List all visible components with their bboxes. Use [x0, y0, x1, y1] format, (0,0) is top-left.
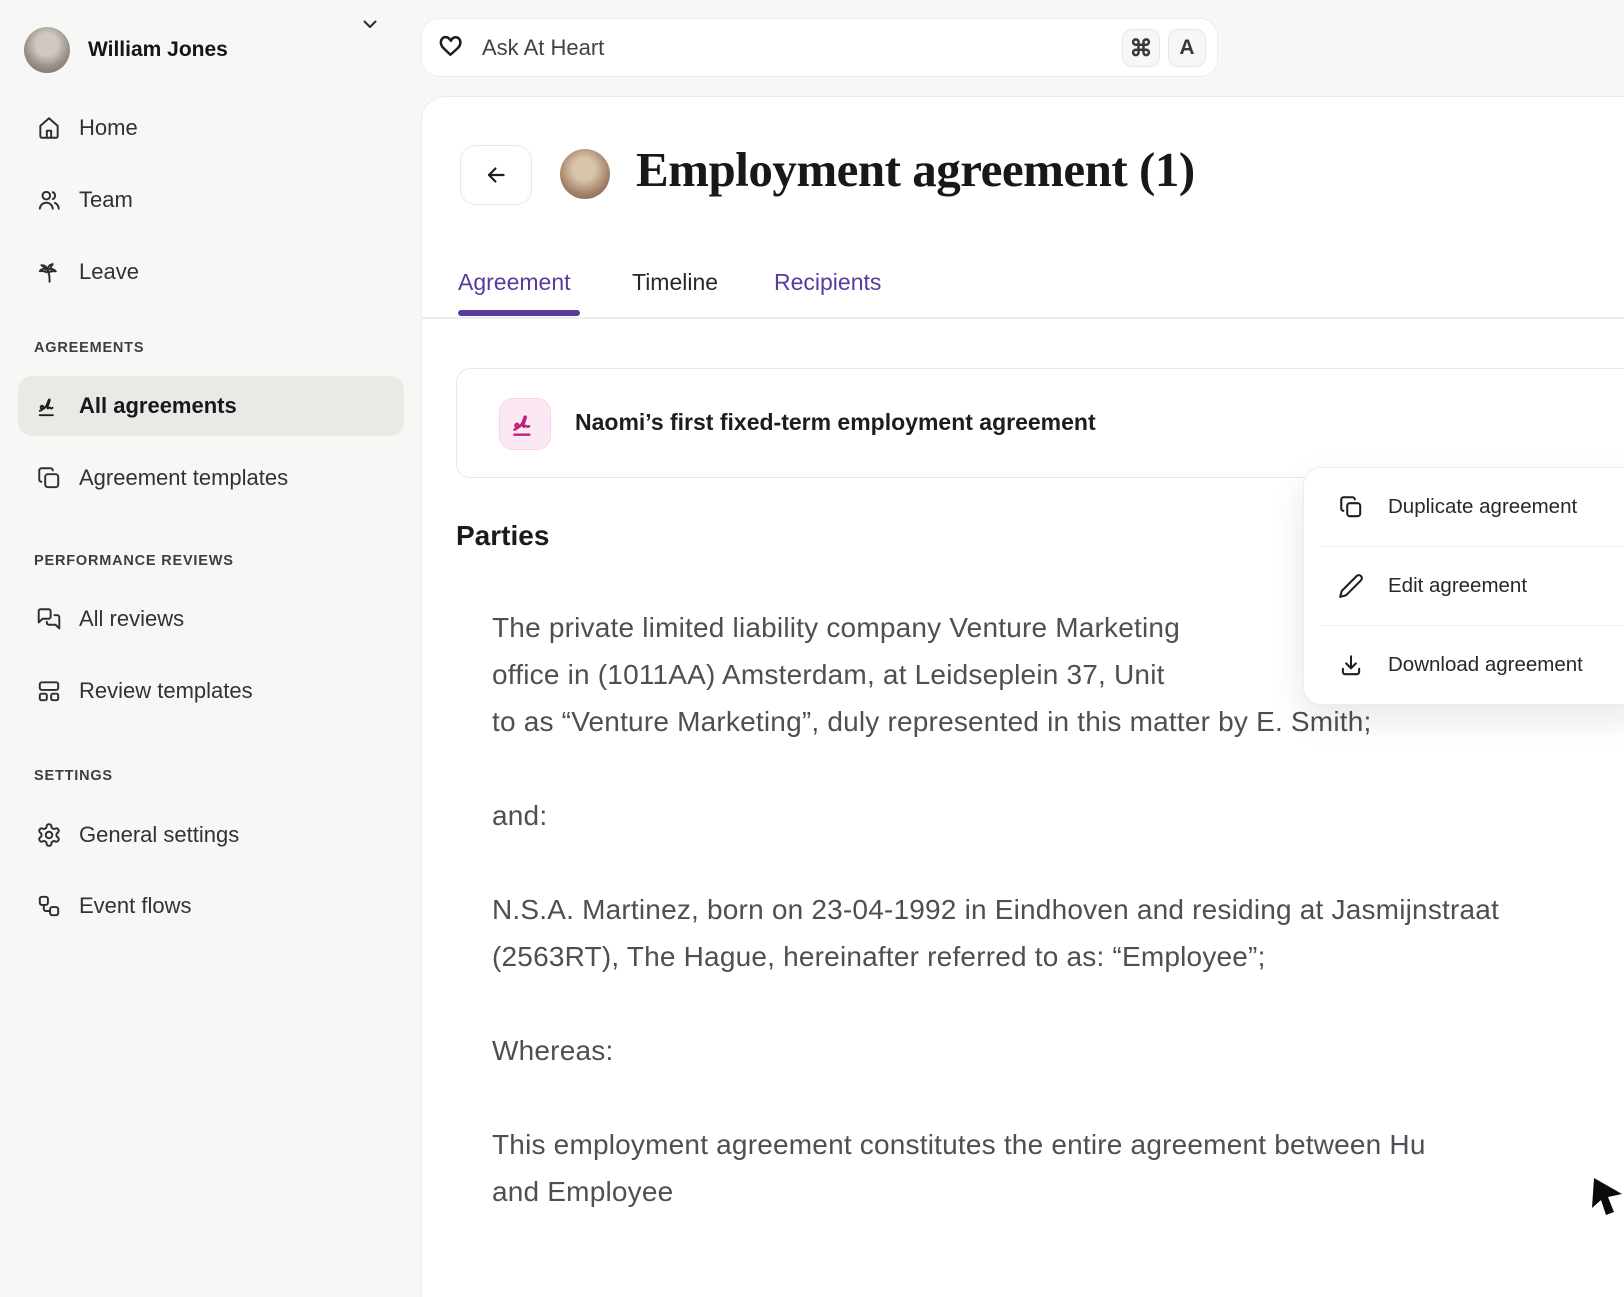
document-line: and Employee — [492, 1168, 673, 1215]
back-button[interactable] — [460, 145, 532, 205]
sidebar-item-team[interactable]: Team — [0, 176, 404, 224]
context-menu: Duplicate agreement Edit agreement Downl… — [1303, 467, 1624, 705]
palm-tree-icon — [36, 259, 62, 285]
section-label-agreements: AGREEMENTS — [34, 340, 144, 356]
profile-menu[interactable]: William Jones — [24, 27, 384, 73]
signature-pink-icon — [499, 398, 551, 450]
gear-icon — [36, 822, 62, 848]
menu-item-edit-agreement[interactable]: Edit agreement — [1304, 547, 1624, 625]
pencil-icon — [1338, 573, 1364, 599]
sidebar-item-review-templates[interactable]: Review templates — [0, 667, 404, 715]
workflow-icon — [36, 893, 62, 919]
tab-timeline[interactable]: Timeline — [632, 269, 718, 296]
team-icon — [36, 187, 62, 213]
profile-name: William Jones — [88, 38, 228, 62]
sidebar-item-label: General settings — [79, 822, 239, 848]
employee-avatar — [560, 149, 610, 199]
duplicate-icon — [1338, 494, 1364, 520]
search-placeholder: Ask At Heart — [482, 35, 604, 61]
section-label-settings: SETTINGS — [34, 768, 113, 784]
tab-agreement[interactable]: Agreement — [458, 269, 571, 296]
document-line: and: — [492, 792, 547, 839]
sidebar-item-label: All reviews — [79, 606, 184, 632]
document-line: This employment agreement constitutes th… — [492, 1121, 1426, 1168]
document-line: (2563RT), The Hague, hereinafter referre… — [492, 933, 1266, 980]
menu-item-label: Download agreement — [1388, 653, 1583, 677]
page-title: Employment agreement (1) — [636, 141, 1195, 198]
menu-item-label: Duplicate agreement — [1388, 495, 1577, 519]
sidebar: William Jones Home Team Leave AGREEMENTS… — [0, 0, 404, 1198]
cmd-key-badge: ⌘ — [1122, 29, 1160, 67]
chat-bubbles-icon — [36, 606, 62, 632]
layout-icon — [36, 678, 62, 704]
sidebar-item-label: Event flows — [79, 893, 192, 919]
section-label-performance-reviews: PERFORMANCE REVIEWS — [34, 553, 234, 569]
search-bar[interactable]: Ask At Heart — [421, 18, 1218, 77]
a-key-badge: A — [1168, 29, 1206, 67]
sidebar-item-label: Review templates — [79, 678, 253, 704]
active-tab-underline — [458, 310, 580, 316]
sidebar-item-label: Leave — [79, 259, 139, 285]
sidebar-item-label: Home — [79, 115, 138, 141]
sidebar-item-home[interactable]: Home — [0, 104, 404, 152]
sidebar-item-label: Team — [79, 187, 133, 213]
sidebar-item-leave[interactable]: Leave — [0, 248, 404, 296]
chevron-down-icon[interactable] — [358, 12, 382, 36]
copy-document-icon — [36, 465, 62, 491]
signature-icon — [36, 393, 62, 419]
document-line: The private limited liability company Ve… — [492, 604, 1180, 651]
sidebar-item-all-agreements[interactable]: All agreements — [18, 376, 404, 436]
menu-item-label: Edit agreement — [1388, 574, 1527, 598]
menu-item-duplicate-agreement[interactable]: Duplicate agreement — [1304, 468, 1624, 546]
mouse-cursor — [1588, 1176, 1624, 1216]
sidebar-item-general-settings[interactable]: General settings — [0, 811, 404, 859]
arrow-left-icon — [483, 162, 509, 188]
heart-logo-icon — [436, 33, 466, 63]
document-line: Whereas: — [492, 1027, 613, 1074]
sidebar-item-label: All agreements — [79, 393, 237, 419]
sidebar-item-agreement-templates[interactable]: Agreement templates — [0, 454, 404, 502]
tabs-divider — [421, 317, 1624, 319]
sidebar-item-event-flows[interactable]: Event flows — [0, 882, 404, 930]
document-line: to as “Venture Marketing”, duly represen… — [492, 698, 1371, 745]
document-line: N.S.A. Martinez, born on 23-04-1992 in E… — [492, 886, 1499, 933]
download-icon — [1338, 652, 1364, 678]
menu-item-download-agreement[interactable]: Download agreement — [1304, 626, 1624, 704]
sidebar-item-label: Agreement templates — [79, 465, 288, 491]
section-heading-parties: Parties — [456, 520, 549, 552]
document-line: office in (1011AA) Amsterdam, at Leidsep… — [492, 651, 1165, 698]
avatar — [24, 27, 70, 73]
home-icon — [36, 115, 62, 141]
sidebar-item-all-reviews[interactable]: All reviews — [0, 595, 404, 643]
tab-recipients[interactable]: Recipients — [774, 269, 881, 296]
agreement-file-title: Naomi’s first fixed-term employment agre… — [575, 409, 1096, 436]
